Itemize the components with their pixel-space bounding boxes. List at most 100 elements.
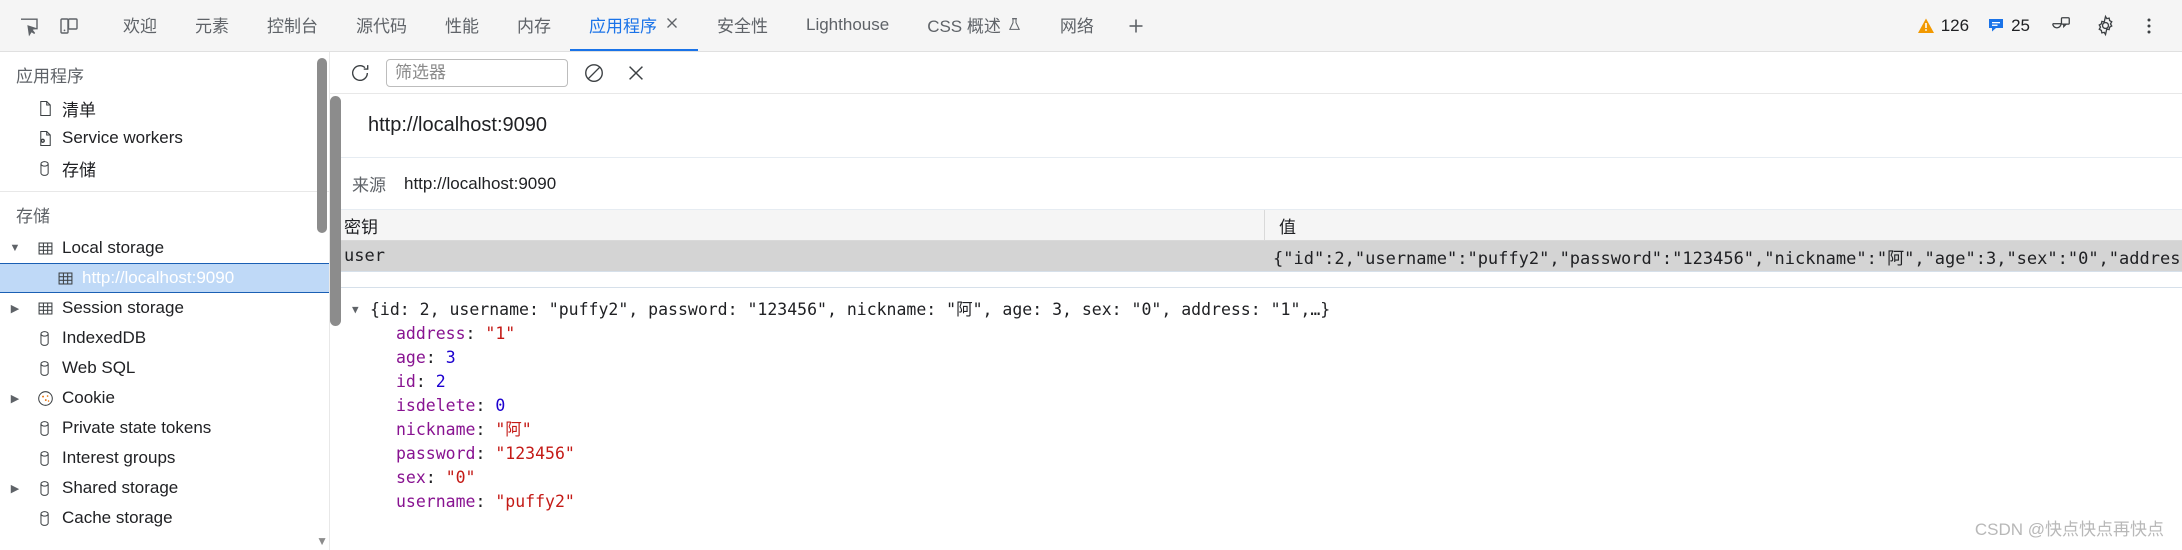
sidebar-item-cookie[interactable]: ▶ Cookie <box>0 383 329 413</box>
sidebar-item-service-workers[interactable]: Service workers <box>0 123 329 153</box>
json-summary-text: {id: 2, username: "puffy2", password: "1… <box>370 300 1331 319</box>
sidebar-storage-group: 存储 ▼ Local storage http://localhost:9090 ▶ S… <box>0 192 329 537</box>
database-icon <box>36 359 54 377</box>
tab-7[interactable]: 安全性 <box>698 0 787 51</box>
sidebar-item-label: Session storage <box>62 298 184 317</box>
chevron-right-icon[interactable]: ▶ <box>8 391 22 405</box>
delete-all-icon[interactable] <box>620 57 652 89</box>
tab-8[interactable]: Lighthouse <box>787 0 908 51</box>
sidebar-item-shared-storage[interactable]: ▶ Shared storage <box>0 473 329 503</box>
tab-5[interactable]: 内存 <box>498 0 570 51</box>
sidebar-scroll-down-arrow[interactable]: ▼ <box>316 534 328 548</box>
json-entry-value: "0" <box>445 468 476 487</box>
json-entry[interactable]: age: 3 <box>330 346 2182 370</box>
json-entry-separator: : <box>415 372 436 391</box>
chevron-right-icon[interactable]: ▶ <box>8 301 22 315</box>
tab-1[interactable]: 元素 <box>176 0 248 51</box>
json-entry-separator: : <box>425 468 446 487</box>
tab-4[interactable]: 性能 <box>426 0 498 51</box>
tab-0[interactable]: 欢迎 <box>104 0 176 51</box>
json-entry[interactable]: password: "123456" <box>330 442 2182 466</box>
json-entry[interactable]: sex: "0" <box>330 466 2182 490</box>
sidebar-item-label: Web SQL <box>62 358 136 377</box>
tab-list: 欢迎 元素 控制台 源代码 性能 内存 应用程序 安全性 Lighthouse CSS 概述 网络 <box>104 0 1113 51</box>
more-options-icon[interactable] <box>2130 7 2168 45</box>
sidebar-item-local-storage[interactable]: ▼ Local storage <box>0 233 329 263</box>
tabbar-left-icons <box>0 0 88 51</box>
sidebar-item-private-state-tokens[interactable]: Private state tokens <box>0 413 329 443</box>
json-entry[interactable]: nickname: "阿" <box>330 418 2182 442</box>
table-icon <box>36 239 54 257</box>
json-entry-value: "puffy2" <box>495 492 575 511</box>
tab-10[interactable]: 网络 <box>1041 0 1113 51</box>
devtools-tabbar: 欢迎 元素 控制台 源代码 性能 内存 应用程序 安全性 Lighthouse CSS 概述 网络 … <box>0 0 2182 52</box>
filter-input[interactable] <box>386 58 568 87</box>
tab-label: 安全性 <box>717 17 768 36</box>
database-icon <box>36 479 54 497</box>
sidebar-item-http-localhost-9090[interactable]: http://localhost:9090 <box>0 263 329 293</box>
json-entry-key: username <box>396 492 476 511</box>
clear-filter-icon[interactable] <box>578 57 610 89</box>
refresh-icon[interactable] <box>344 57 376 89</box>
column-header-key[interactable]: 密钥 <box>330 210 1265 240</box>
table-icon <box>56 269 74 287</box>
value-preview-panel: ▼ {id: 2, username: "puffy2", password: "… <box>330 288 2182 550</box>
inspect-element-icon[interactable] <box>10 7 48 45</box>
tab-label: 控制台 <box>267 17 318 36</box>
sidebar-item-label: IndexedDB <box>62 328 147 347</box>
gear-icon[interactable] <box>2086 7 2124 45</box>
add-tab-button[interactable] <box>1113 0 1159 51</box>
table-cell-value[interactable]: {"id":2,"username":"puffy2","password":"… <box>1265 241 2182 271</box>
chevron-right-icon[interactable]: ▶ <box>8 481 22 495</box>
warnings-counter[interactable]: 126 <box>1911 16 1975 36</box>
sidebar-storage-items: ▼ Local storage http://localhost:9090 ▶ Sess… <box>0 233 329 533</box>
watermark: CSDN @快点快点再快点 <box>1974 520 2164 539</box>
tab-label: CSS 概述 <box>927 17 1001 36</box>
tab-6[interactable]: 应用程序 <box>570 0 698 51</box>
issues-icon[interactable] <box>2042 7 2080 45</box>
database-icon <box>36 329 54 347</box>
sidebar-scrollbar-thumb[interactable] <box>317 58 327 233</box>
origin-row: 来源 http://localhost:9090 <box>330 158 2182 210</box>
json-summary-row[interactable]: ▼ {id: 2, username: "puffy2", password: "… <box>330 298 2182 322</box>
tab-label: Lighthouse <box>806 14 890 34</box>
sidebar-item-indexeddb[interactable]: IndexedDB <box>0 323 329 353</box>
chevron-down-icon[interactable]: ▼ <box>352 298 366 322</box>
json-entry-separator: : <box>475 420 496 439</box>
table-row[interactable]: user {"id":2,"username":"puffy2","passwor… <box>330 241 2182 271</box>
info-counter[interactable]: 25 <box>1981 16 2036 36</box>
sidebar-application-items: 清单 Service workers 存储 <box>0 93 329 183</box>
sidebar-item-label: Service workers <box>62 128 183 147</box>
json-entry-key: age <box>396 348 426 367</box>
sidebar-item-label: Interest groups <box>62 448 176 467</box>
table-cell-key[interactable]: user <box>330 241 1265 271</box>
content-scrollbar-thumb[interactable] <box>330 96 341 326</box>
tab-2[interactable]: 控制台 <box>248 0 337 51</box>
database-icon <box>36 509 54 527</box>
database-icon <box>36 449 54 467</box>
sidebar-item-session-storage[interactable]: ▶ Session storage <box>0 293 329 323</box>
sidebar-item-[interactable]: 清单 <box>0 93 329 123</box>
storage-content-panel: http://localhost:9090 来源 http://localhos… <box>330 52 2182 550</box>
close-icon[interactable] <box>665 16 679 33</box>
tab-9[interactable]: CSS 概述 <box>908 0 1041 51</box>
sidebar-application-title: 应用程序 <box>16 67 84 86</box>
tab-3[interactable]: 源代码 <box>337 0 426 51</box>
json-entry[interactable]: address: "1" <box>330 322 2182 346</box>
json-entry-key: password <box>396 444 476 463</box>
sidebar-item-interest-groups[interactable]: Interest groups <box>0 443 329 473</box>
device-toolbar-icon[interactable] <box>50 7 88 45</box>
storage-table: 密钥 值 user {"id":2,"username":"puffy2","pa… <box>330 210 2182 272</box>
column-header-value[interactable]: 值 <box>1265 210 2182 240</box>
sidebar-item-web-sql[interactable]: Web SQL <box>0 353 329 383</box>
json-entry[interactable]: id: 2 <box>330 370 2182 394</box>
chevron-down-icon[interactable]: ▼ <box>8 241 22 255</box>
service-worker-icon <box>36 129 54 147</box>
json-entry[interactable]: isdelete: 0 <box>330 394 2182 418</box>
sidebar-item-[interactable]: 存储 <box>0 153 329 183</box>
sidebar-item-cache-storage[interactable]: Cache storage <box>0 503 329 533</box>
table-icon <box>36 299 54 317</box>
json-entry[interactable]: username: "puffy2" <box>330 490 2182 514</box>
sidebar-item-label: Cookie <box>62 388 115 407</box>
cookie-icon <box>36 389 54 407</box>
